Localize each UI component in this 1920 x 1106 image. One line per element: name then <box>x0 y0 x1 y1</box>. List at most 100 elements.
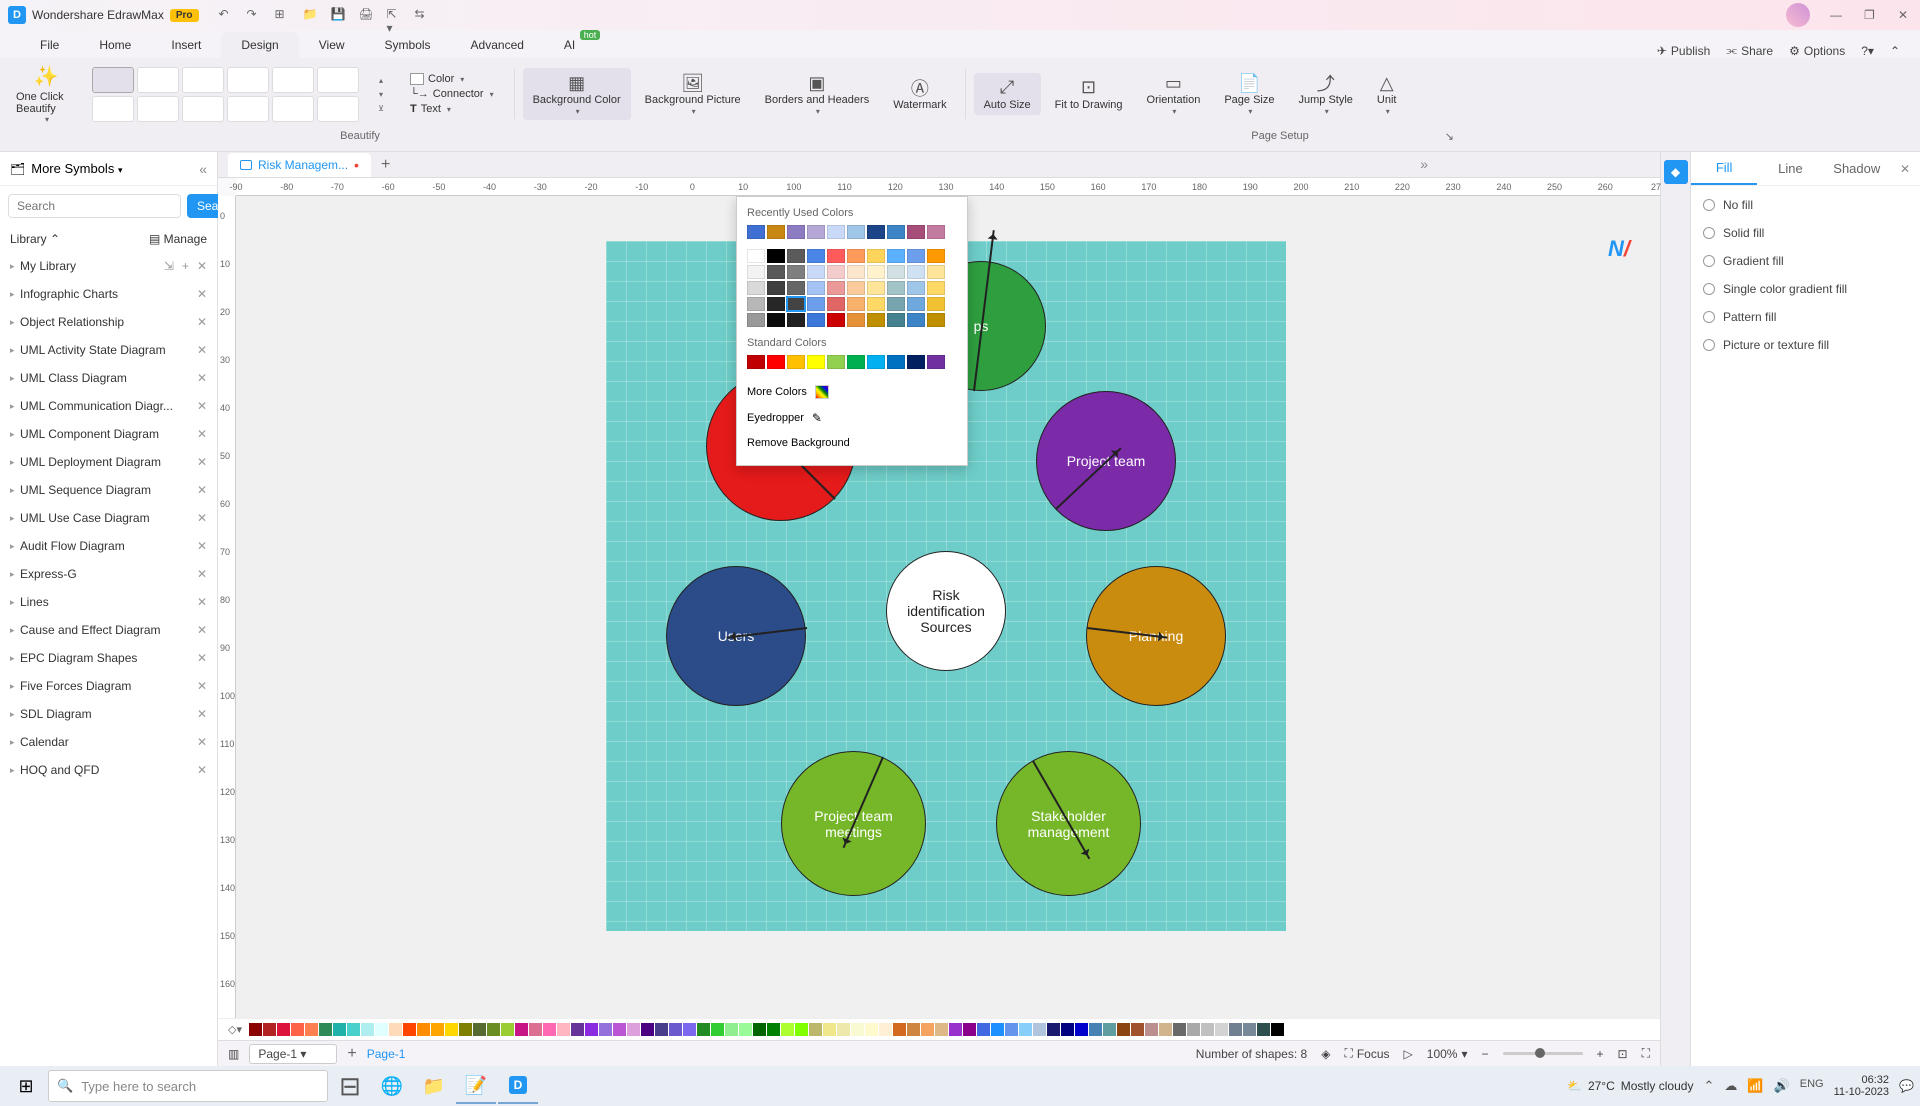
format-panel-toggle[interactable]: ◆ <box>1664 160 1688 184</box>
quick-color-swatch[interactable] <box>543 1023 556 1036</box>
quick-color-swatch[interactable] <box>1201 1023 1214 1036</box>
close-icon[interactable]: ✕ <box>197 679 207 693</box>
theme-thumb[interactable] <box>272 67 314 93</box>
tray-expand[interactable]: ⌃ <box>1703 1078 1714 1094</box>
menu-home[interactable]: Home <box>79 32 151 58</box>
quick-color-swatch[interactable] <box>571 1023 584 1036</box>
quick-color-swatch[interactable] <box>613 1023 626 1036</box>
library-item[interactable]: ▸UML Use Case Diagram✕ <box>0 504 217 532</box>
quick-color-swatch[interactable] <box>319 1023 332 1036</box>
fill-option-radio[interactable]: Picture or texture fill <box>1703 338 1908 352</box>
close-icon[interactable]: ✕ <box>197 483 207 497</box>
quick-color-swatch[interactable] <box>725 1023 738 1036</box>
color-swatch[interactable] <box>907 281 925 295</box>
color-swatch[interactable] <box>867 281 885 295</box>
quick-color-swatch[interactable] <box>879 1023 892 1036</box>
color-swatch[interactable] <box>807 249 825 263</box>
symbol-search-input[interactable] <box>8 194 181 218</box>
menu-view[interactable]: View <box>299 32 365 58</box>
library-item[interactable]: ▸Infographic Charts✕ <box>0 280 217 308</box>
library-item[interactable]: ▸Five Forces Diagram✕ <box>0 672 217 700</box>
color-swatch[interactable] <box>867 249 885 263</box>
theme-gallery[interactable] <box>92 67 372 122</box>
color-swatch[interactable] <box>807 297 825 311</box>
fill-option-radio[interactable]: No fill <box>1703 198 1908 212</box>
library-toggle[interactable]: Library ⌃ <box>10 232 60 246</box>
new-tab-button[interactable]: + <box>381 156 390 174</box>
quick-color-swatch[interactable] <box>1229 1023 1242 1036</box>
color-swatch[interactable] <box>807 313 825 327</box>
import-icon[interactable]: ⇲ <box>164 259 174 273</box>
quick-color-swatch[interactable] <box>1145 1023 1158 1036</box>
color-swatch[interactable] <box>747 225 765 239</box>
center-node[interactable]: Risk identification Sources <box>886 551 1006 671</box>
open-button[interactable]: 📁 <box>303 7 319 23</box>
connector-dropdown[interactable]: └→Connector▾ <box>410 88 494 100</box>
color-swatch[interactable] <box>927 297 945 311</box>
background-picture-button[interactable]: 🖼Background Picture▾ <box>635 68 751 119</box>
close-icon[interactable]: ✕ <box>197 763 207 777</box>
color-swatch[interactable] <box>907 265 925 279</box>
quick-color-swatch[interactable] <box>515 1023 528 1036</box>
task-view-button[interactable]: ⊟ <box>330 1068 370 1104</box>
text-dropdown[interactable]: TText▾ <box>410 103 494 115</box>
document-tab[interactable]: Risk Managem... • <box>228 153 371 177</box>
close-icon[interactable]: ✕ <box>197 315 207 329</box>
close-icon[interactable]: ✕ <box>197 427 207 441</box>
close-icon[interactable]: ✕ <box>197 707 207 721</box>
close-format-panel[interactable]: ✕ <box>1890 162 1920 176</box>
publish-button[interactable]: ✈Publish <box>1657 44 1710 58</box>
undo-button[interactable]: ↶ <box>219 7 235 23</box>
auto-size-button[interactable]: ⤢Auto Size <box>974 73 1041 115</box>
fill-option-radio[interactable]: Single color gradient fill <box>1703 282 1908 296</box>
more-colors-button[interactable]: More Colors <box>747 379 957 405</box>
fit-page-button[interactable]: ⊡ <box>1618 1047 1628 1061</box>
borders-headers-button[interactable]: ▣Borders and Headers▾ <box>755 68 880 119</box>
color-swatch[interactable] <box>907 225 925 239</box>
quick-color-swatch[interactable] <box>921 1023 934 1036</box>
close-icon[interactable]: ✕ <box>197 539 207 553</box>
quick-color-swatch[interactable] <box>361 1023 374 1036</box>
page-tab-1[interactable]: Page-1 <box>367 1047 406 1061</box>
library-item[interactable]: ▸Audit Flow Diagram✕ <box>0 532 217 560</box>
quick-color-swatch[interactable] <box>1215 1023 1228 1036</box>
quick-color-swatch[interactable] <box>1117 1023 1130 1036</box>
fill-option-radio[interactable]: Gradient fill <box>1703 254 1908 268</box>
color-swatch[interactable] <box>887 225 905 239</box>
library-item[interactable]: ▸UML Component Diagram✕ <box>0 420 217 448</box>
quick-color-swatch[interactable] <box>445 1023 458 1036</box>
quick-color-swatch[interactable] <box>753 1023 766 1036</box>
quick-color-swatch[interactable] <box>767 1023 780 1036</box>
qat-more[interactable]: ⇆ <box>415 7 431 23</box>
color-swatch[interactable] <box>887 265 905 279</box>
color-swatch[interactable] <box>887 281 905 295</box>
system-clock[interactable]: 06:32 11-10-2023 <box>1834 1074 1889 1098</box>
color-swatch[interactable] <box>867 355 885 369</box>
quick-color-swatch[interactable] <box>333 1023 346 1036</box>
add-page-button[interactable]: + <box>347 1045 356 1063</box>
quick-color-swatch[interactable] <box>529 1023 542 1036</box>
quick-color-swatch[interactable] <box>249 1023 262 1036</box>
color-swatch[interactable] <box>827 297 845 311</box>
color-swatch[interactable] <box>867 297 885 311</box>
color-swatch[interactable] <box>927 313 945 327</box>
language-indicator[interactable]: ENG <box>1800 1078 1824 1094</box>
collapse-panel-button[interactable]: « <box>199 161 207 177</box>
color-swatch[interactable] <box>867 265 885 279</box>
theme-thumb[interactable] <box>137 96 179 122</box>
quick-color-swatch[interactable] <box>585 1023 598 1036</box>
menu-file[interactable]: File <box>20 32 79 58</box>
quick-color-swatch[interactable] <box>1061 1023 1074 1036</box>
remove-background-button[interactable]: Remove Background <box>747 431 957 455</box>
fill-tool-icon[interactable]: ◇▾ <box>228 1023 248 1036</box>
quick-color-swatch[interactable] <box>1285 1023 1298 1036</box>
layers-button[interactable]: ◈ <box>1321 1047 1330 1061</box>
manage-library-button[interactable]: ▤ Manage <box>149 232 207 246</box>
canvas[interactable]: Risk identification Sourcesps& designPro… <box>236 196 1660 1018</box>
quick-color-swatch[interactable] <box>949 1023 962 1036</box>
theme-thumb[interactable] <box>272 96 314 122</box>
presentation-button[interactable]: ▷ <box>1404 1047 1413 1061</box>
quick-color-swatch[interactable] <box>389 1023 402 1036</box>
page-selector[interactable]: Page-1 ▾ <box>249 1044 337 1064</box>
minimize-button[interactable]: — <box>1830 8 1844 22</box>
